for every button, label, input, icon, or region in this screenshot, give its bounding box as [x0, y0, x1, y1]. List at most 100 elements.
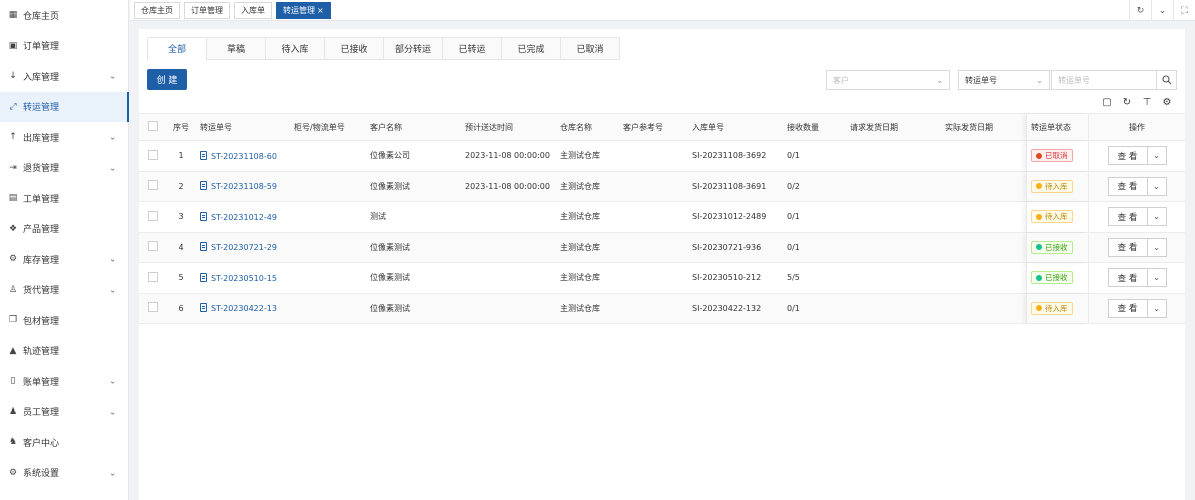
view-button[interactable]: 查 看 [1107, 268, 1148, 288]
chevron-down-icon[interactable]: ⌄ [1147, 176, 1167, 196]
packaging-icon: ❒ [8, 315, 18, 326]
status-badge-label: 已接收 [1045, 242, 1068, 252]
sidebar-item[interactable]: ▯ 账单管理 ⌄ [0, 366, 128, 397]
row-checkbox[interactable] [139, 149, 166, 162]
search-icon[interactable] [1157, 70, 1177, 90]
sidebar-item[interactable]: ⚙ 库存管理 ⌄ [0, 244, 128, 275]
cell-eta: 2023-11-08 00:00:00 [465, 151, 550, 161]
cell-code-link[interactable]: ST-20230510-15 [196, 272, 290, 283]
chevron-down-icon[interactable]: ⌄ [1147, 237, 1167, 257]
cell-op: 查 看 ⌄ [1088, 293, 1185, 323]
cell-code-link[interactable]: ST-20231108-59 [196, 181, 290, 191]
status-tab[interactable]: 已取消 [560, 37, 620, 60]
sidebar-item[interactable]: ▣ 订单管理 [0, 31, 128, 62]
document-icon [200, 242, 207, 252]
table-row: 5 ST-20230510-15 位像素测试 主测试仓库 SI-20230510-212… [139, 263, 1185, 294]
row-checkbox[interactable] [139, 180, 166, 192]
view-button[interactable]: 查 看 [1107, 146, 1148, 166]
cell-inbound: SI-20231108-3692 [692, 151, 767, 161]
gear-icon[interactable]: ⚙ [1157, 95, 1177, 109]
row-checkbox[interactable] [139, 210, 166, 223]
status-tab[interactable]: 已转运 [442, 37, 502, 60]
cell-code-link[interactable]: ST-20230422-13 [196, 303, 290, 313]
sidebar-item[interactable]: ♟ 员工管理 ⌄ [0, 397, 128, 428]
cell-code-link[interactable]: ST-20231012-49 [196, 211, 290, 222]
status-badge: 已接收 [1031, 240, 1073, 254]
top-tab[interactable]: 仓库主页 [134, 1, 180, 19]
customer-select[interactable]: 客户 ⌄ [826, 70, 950, 90]
sidebar-item[interactable]: ⚙ 系统设置 ⌄ [0, 458, 128, 489]
top-tab-label: 转运管理 [283, 5, 315, 15]
table-row: 1 ST-20231108-60 位像素公司 2023-11-08 00:00:00 主… [139, 141, 1185, 172]
status-tab[interactable]: 草稿 [206, 37, 266, 60]
row-checkbox[interactable] [139, 271, 166, 284]
fullscreen-icon[interactable]: ⛶ [1173, 0, 1195, 21]
export-icon[interactable]: ▢ [1097, 95, 1117, 109]
view-button[interactable]: 查 看 [1107, 298, 1148, 318]
row-checkbox[interactable] [139, 302, 166, 314]
cell-status: 待入库 [1026, 293, 1088, 323]
top-tab[interactable]: 订单管理 [184, 1, 230, 19]
top-tab[interactable]: 转运管理 × [276, 1, 331, 19]
sidebar-item[interactable]: ↓ 入库管理 ⌄ [0, 61, 128, 92]
search-field-select[interactable]: 转运单号 ⌄ [958, 70, 1050, 90]
sidebar-item[interactable]: ⤢ 转运管理 [0, 91, 129, 122]
status-tab[interactable]: 已接收 [324, 37, 384, 60]
view-button[interactable]: 查 看 [1107, 176, 1148, 196]
row-checkbox[interactable] [139, 241, 166, 253]
status-tab[interactable]: 全部 [147, 37, 207, 60]
close-icon[interactable]: × [317, 6, 324, 15]
cell-code-text: ST-20230510-15 [211, 273, 277, 283]
view-button[interactable]: 查 看 [1107, 237, 1148, 257]
cell-eta: 2023-11-08 00:00:00 [465, 181, 550, 191]
col-header-code: 转运单号 [200, 122, 232, 132]
refresh-icon[interactable]: ↻ [1117, 95, 1137, 109]
col-header-qty: 接收数量 [787, 122, 819, 132]
refresh-icon[interactable]: ↻ [1129, 0, 1151, 21]
chevron-down-icon[interactable]: ⌄ [1151, 0, 1173, 21]
search-input[interactable]: 转运单号 [1051, 70, 1157, 90]
cell-code-text: ST-20230721-29 [211, 243, 277, 253]
sidebar-item[interactable]: ❒ 包材管理 [0, 305, 128, 336]
sidebar-item-label: 入库管理 [23, 72, 60, 83]
chevron-down-icon[interactable]: ⌄ [1147, 298, 1167, 318]
cell-code-link[interactable]: ST-20231108-60 [196, 150, 290, 161]
status-tab[interactable]: 待入库 [265, 37, 325, 60]
sidebar-item[interactable]: ❖ 产品管理 [0, 214, 128, 245]
chevron-down-icon[interactable]: ⌄ [1147, 268, 1167, 288]
product-icon: ❖ [8, 223, 18, 234]
sidebar-item[interactable]: ⇥ 退货管理 ⌄ [0, 153, 128, 184]
cell-no: 4 [178, 242, 184, 252]
status-tab[interactable]: 已完成 [501, 37, 561, 60]
table-header-row: 序号 转运单号 柜号/物流单号 客户名称 预计送达时间 仓库名称 客户参考号 入… [139, 113, 1185, 141]
sidebar-item[interactable]: ↑ 出库管理 ⌄ [0, 122, 128, 153]
status-tab[interactable]: 部分转运 [383, 37, 443, 60]
cell-code-link[interactable]: ST-20230721-29 [196, 242, 290, 252]
col-header-op: 操作 [1088, 114, 1185, 140]
column-height-icon[interactable]: ⊤ [1137, 95, 1157, 109]
chevron-down-icon: ⌄ [109, 376, 116, 386]
arrow-up-icon: ↑ [9, 132, 17, 143]
sidebar-item-label: 退货管理 [23, 164, 60, 175]
cell-customer: 测试 [370, 212, 386, 222]
view-button[interactable]: 查 看 [1107, 207, 1148, 227]
customer-select-placeholder: 客户 [833, 75, 849, 85]
sidebar-item[interactable]: ▲ 轨迹管理 [0, 336, 128, 367]
sidebar-item[interactable]: ♞ 客户中心 [0, 427, 128, 458]
workorder-icon: ▤ [8, 193, 18, 204]
sidebar-item[interactable]: ▦ 仓库主页 [0, 0, 128, 31]
select-all-checkbox[interactable] [139, 121, 166, 133]
cell-op: 查 看 ⌄ [1088, 202, 1185, 232]
top-tab[interactable]: 入库单 [234, 1, 272, 19]
bell-icon: ▲ [9, 345, 17, 356]
sidebar-item[interactable]: ▤ 工单管理 [0, 183, 128, 214]
sidebar-item[interactable]: ♙ 货代管理 ⌄ [0, 275, 128, 306]
inventory-icon: ⚙ [8, 254, 18, 265]
create-button[interactable]: 创 建 [147, 69, 187, 90]
sidebar-item-label: 产品管理 [23, 225, 60, 236]
chevron-down-icon[interactable]: ⌄ [1147, 146, 1167, 166]
view-button-group: 查 看 ⌄ [1107, 207, 1167, 227]
cell-code-text: ST-20231012-49 [211, 212, 277, 222]
status-badge: 待入库 [1031, 301, 1073, 315]
chevron-down-icon[interactable]: ⌄ [1147, 207, 1167, 227]
